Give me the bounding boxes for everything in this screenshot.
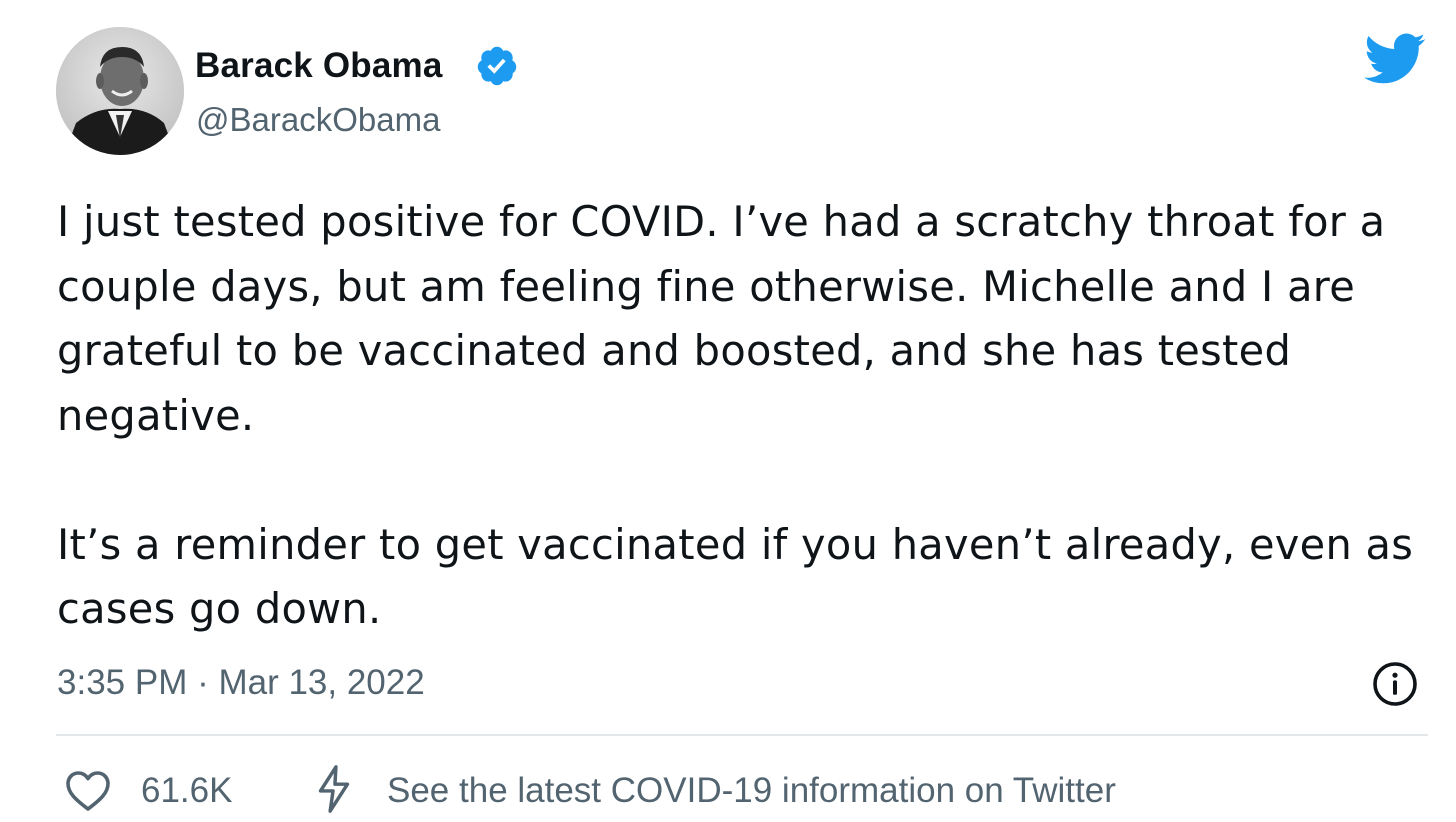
covid-info-link[interactable]: See the latest COVID-19 information on T… (387, 768, 1116, 814)
heart-icon[interactable] (64, 768, 112, 812)
tweet-paragraph: It’s a reminder to get vaccinated if you… (57, 519, 1414, 634)
display-name[interactable]: Barack Obama (195, 44, 443, 88)
divider (56, 734, 1428, 736)
verified-badge-icon (477, 46, 517, 86)
tweet-paragraph: I just tested positive for COVID. I’ve h… (57, 197, 1386, 440)
user-handle[interactable]: @BarackObama (196, 100, 440, 140)
tweet-card: Barack Obama @BarackObama I just tested … (6, 0, 1450, 819)
info-icon[interactable] (1371, 660, 1419, 708)
like-count[interactable]: 61.6K (141, 768, 232, 814)
avatar[interactable] (56, 27, 184, 155)
twitter-bird-icon[interactable] (1364, 33, 1426, 85)
tweet-timestamp[interactable]: 3:35 PM · Mar 13, 2022 (57, 660, 425, 706)
tweet-text: I just tested positive for COVID. I’ve h… (57, 190, 1427, 642)
lightning-bolt-icon[interactable] (314, 764, 354, 814)
profile-photo (56, 27, 184, 155)
